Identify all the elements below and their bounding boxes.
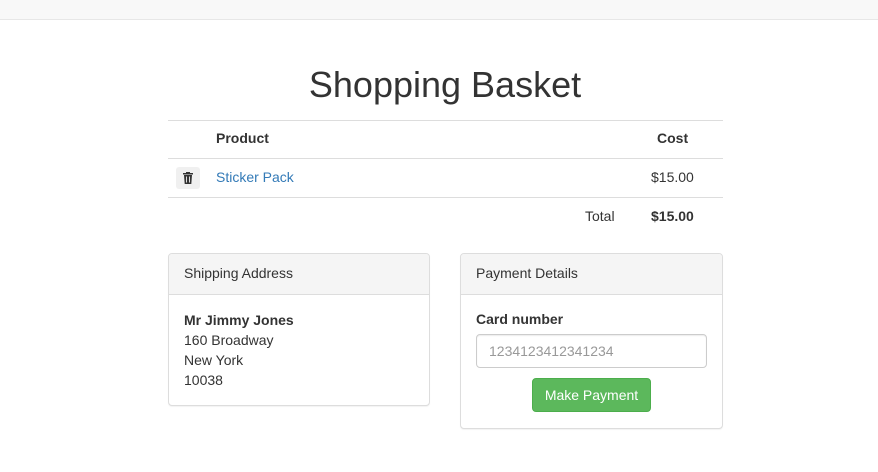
payment-panel-body: Card number Make Payment	[461, 295, 722, 427]
basket-table: Product Cost Sticker Pack $15.00 Total $…	[168, 120, 723, 234]
shipping-city: New York	[184, 352, 244, 368]
total-value: $15.00	[651, 208, 694, 224]
total-row: Total $15.00	[168, 198, 723, 234]
shipping-street: 160 Broadway	[184, 332, 274, 348]
card-number-label: Card number	[476, 311, 564, 327]
table-header-row: Product Cost	[168, 121, 723, 159]
make-payment-button[interactable]: Make Payment	[531, 378, 652, 412]
table-row: Sticker Pack $15.00	[168, 159, 723, 198]
page-title: Shopping Basket	[308, 64, 582, 105]
shipping-address-panel: Shipping Address Mr Jimmy Jones 160 Broa…	[168, 253, 430, 406]
top-navbar	[0, 0, 878, 20]
total-label: Total	[585, 208, 615, 224]
shipping-panel-heading: Shipping Address	[169, 254, 429, 295]
product-link-sticker-pack[interactable]: Sticker Pack	[216, 169, 294, 185]
shipping-name: Mr Jimmy Jones	[184, 312, 294, 328]
cost-column-header: Cost	[657, 130, 689, 146]
remove-item-button[interactable]	[176, 167, 200, 189]
item-price: $15.00	[651, 169, 694, 185]
shipping-panel-body: Mr Jimmy Jones 160 Broadway New York 100…	[169, 295, 429, 405]
payment-panel-heading: Payment Details	[461, 254, 722, 295]
card-number-input[interactable]	[476, 334, 707, 368]
trash-icon	[183, 172, 193, 184]
shipping-postcode: 10038	[184, 372, 223, 388]
product-column-header: Product	[216, 130, 269, 146]
payment-details-panel: Payment Details Card number Make Payment	[460, 253, 723, 429]
